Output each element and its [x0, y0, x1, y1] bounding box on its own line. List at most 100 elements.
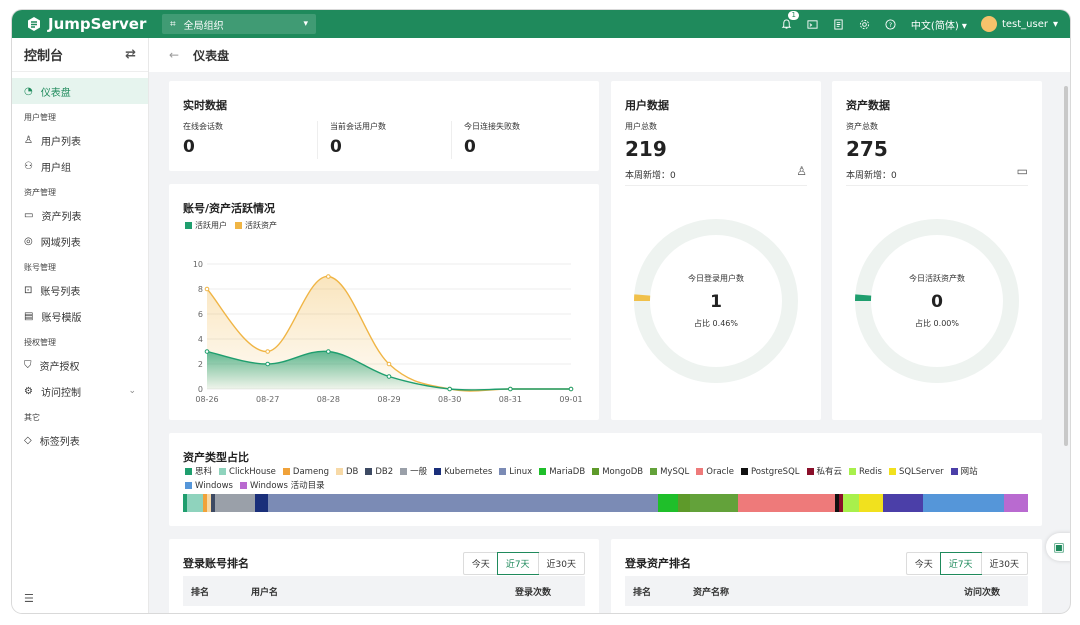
user-icon: ♙ [24, 134, 33, 146]
bar-segment[interactable] [883, 494, 924, 512]
chat-assistant-icon[interactable]: ▣ [1046, 533, 1070, 561]
tab-today[interactable]: 今天 [464, 553, 498, 574]
data-point [568, 386, 574, 392]
table-header: 排名 资产名称 访问次数 [625, 576, 1028, 606]
sidebar-item-account-templates[interactable]: ▤ 账号模版 [12, 303, 148, 329]
legend-item[interactable]: Windows [185, 479, 233, 493]
org-selector[interactable]: ⌗ 全局组织 ▾ [162, 14, 316, 34]
sidebar-title: 控制台 [24, 49, 64, 64]
chevron-down-icon: ▾ [961, 20, 967, 32]
table-header: 排名 用户名 登录次数 [183, 576, 585, 606]
sidebar-item-access-control[interactable]: ⚙ 访问控制 ⌄ [12, 378, 148, 404]
legend-swatch [592, 468, 600, 475]
legend-item[interactable]: MongoDB [592, 465, 643, 479]
bar-segment[interactable] [690, 494, 739, 512]
divider [317, 121, 318, 159]
legend-item[interactable]: DB2 [365, 465, 393, 479]
bar-segment[interactable] [923, 494, 1004, 512]
sidebar-item-tags[interactable]: ◇ 标签列表 [12, 427, 148, 453]
bell-icon[interactable]: 1 [781, 11, 799, 30]
legend-label: 网站 [960, 467, 978, 477]
column-header: 排名 [191, 587, 210, 598]
legend-item[interactable]: Redis [849, 465, 882, 479]
column-header: 访问次数 [964, 587, 1001, 598]
legend-swatch [650, 468, 658, 475]
bar-segment[interactable] [677, 494, 691, 512]
ticket-icon[interactable] [833, 18, 845, 30]
main-content: ← 仪表盘 实时数据 在线会话数 0 当前会话用户数 0 今日连接失败数 0 账… [149, 38, 1070, 613]
legend-item[interactable]: MySQL [650, 465, 689, 479]
settings-icon[interactable] [859, 18, 871, 30]
org-name: 全局组织 [183, 20, 224, 32]
asset-types-title: 资产类型占比 [183, 451, 249, 464]
sidebar-item-zone-list[interactable]: ◎ 网域列表 [12, 228, 148, 254]
collapse-sidebar-icon[interactable]: ☰ [24, 592, 34, 605]
legend-swatch [950, 468, 958, 475]
bar-segment[interactable] [842, 494, 860, 512]
brand-logo[interactable]: JumpServer [12, 15, 162, 33]
legend-label: DB2 [375, 467, 394, 477]
tab-7days[interactable]: 近7天 [496, 552, 539, 575]
legend-item[interactable]: Kubernetes [434, 465, 492, 479]
legend-item[interactable]: ClickHouse [219, 465, 276, 479]
bar-segment[interactable] [215, 494, 256, 512]
legend-item[interactable]: Linux [499, 465, 532, 479]
bar-segment[interactable] [187, 494, 204, 512]
legend-item[interactable]: DB [335, 465, 358, 479]
login-account-ranking-card: 登录账号排名 今天 近7天 近30天 排名 用户名 登录次数 [169, 539, 599, 613]
tab-today[interactable]: 今天 [907, 553, 941, 574]
legend-label: Oracle [706, 467, 734, 477]
scrollbar[interactable] [1064, 86, 1068, 446]
data-point [265, 349, 270, 354]
divider [625, 185, 807, 186]
asset-data-title: 资产数据 [846, 99, 890, 112]
language-selector[interactable]: 中文(简体) ▾ [911, 17, 967, 32]
sidebar-item-user-groups[interactable]: ⚇ 用户组 [12, 153, 148, 179]
legend-item[interactable]: Dameng [282, 465, 329, 479]
legend-item[interactable]: Windows 活动目录 [239, 479, 325, 493]
user-weekly-new: 本周新增：0 [625, 171, 676, 181]
sidebar-item-asset-list[interactable]: ▭ 资产列表 [12, 202, 148, 228]
tab-30days[interactable]: 近30天 [980, 553, 1027, 574]
user-menu[interactable]: test_user ▾ [980, 16, 1058, 32]
legend-item[interactable]: 网站 [950, 465, 978, 479]
legend-label: Linux [509, 467, 533, 477]
legend-swatch [888, 468, 896, 475]
bar-segment[interactable] [255, 494, 268, 512]
bar-segment[interactable] [1003, 494, 1029, 512]
bar-segment[interactable] [859, 494, 884, 512]
bar-segment[interactable] [738, 494, 835, 512]
sidebar-item-user-list[interactable]: ♙ 用户列表 [12, 127, 148, 153]
legend-item[interactable]: 私有云 [806, 465, 842, 479]
switch-view-icon[interactable]: ⇄ [125, 47, 136, 62]
stat-value: 0 [464, 137, 476, 157]
asset-types-card: 资产类型占比 思科 ClickHouse Dameng DB DB2 一般 Kubernet… [169, 433, 1042, 526]
terminal-icon[interactable] [807, 18, 819, 30]
x-tick-label: 08-31 [499, 395, 522, 404]
chevron-down-icon: ⌄ [128, 386, 136, 396]
tab-7days[interactable]: 近7天 [939, 552, 982, 575]
legend-item[interactable]: MariaDB [539, 465, 585, 479]
bar-segment[interactable] [267, 494, 658, 512]
user-ring-center: 今日登录用户数 1 占比 0.46% [611, 273, 821, 329]
sidebar-item-dashboard[interactable]: ◔ 仪表盘 [12, 78, 148, 104]
legend-label: Windows 活动目录 [249, 481, 325, 491]
sidebar-item-label: 仪表盘 [40, 87, 71, 99]
legend-item[interactable]: SQLServer [888, 465, 944, 479]
column-header: 登录次数 [515, 587, 552, 598]
sidebar-item-asset-permissions[interactable]: ⛉ 资产授权 [12, 352, 148, 378]
sidebar-item-label: 标签列表 [39, 436, 80, 448]
legend-item[interactable]: Oracle [696, 465, 734, 479]
help-icon[interactable]: ? [885, 18, 897, 30]
bar-segment[interactable] [657, 494, 678, 512]
legend-item[interactable]: PostgreSQL [740, 465, 800, 479]
back-arrow-icon[interactable]: ← [169, 48, 179, 62]
tab-30days[interactable]: 近30天 [537, 553, 584, 574]
data-point [386, 361, 392, 367]
user-total-label: 用户总数 [625, 122, 657, 131]
legend-item[interactable]: 思科 [185, 465, 212, 479]
data-point [326, 349, 331, 354]
language-label: 中文(简体) [910, 20, 959, 32]
sidebar-item-account-list[interactable]: ⊡ 账号列表 [12, 277, 148, 303]
legend-item[interactable]: 一般 [400, 465, 427, 479]
